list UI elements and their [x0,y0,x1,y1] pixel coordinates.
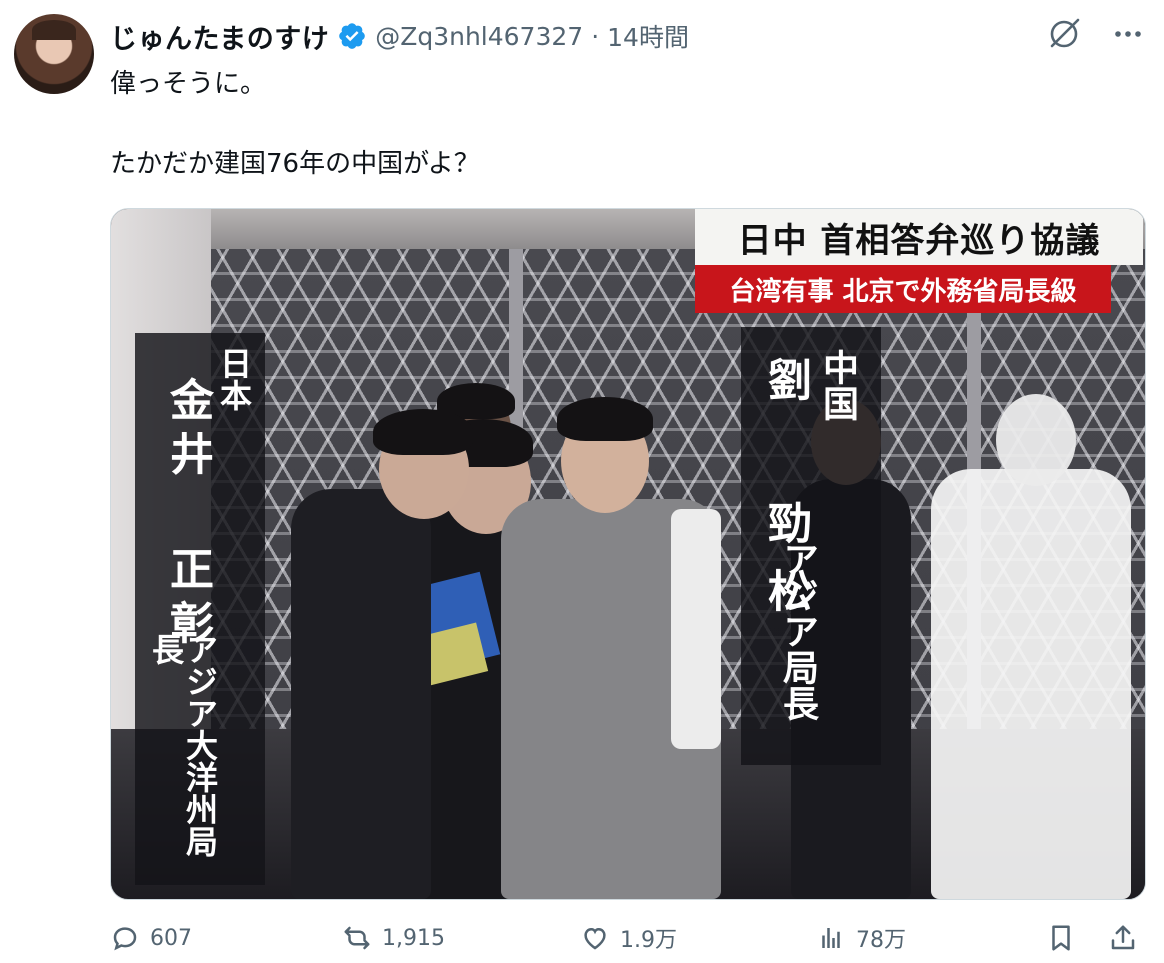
post-text-line-2: たかだか建国76年の中国がよ？ [110,149,480,179]
repost-icon [344,926,370,950]
news-headline: 日中 首相答弁巡り協議 [695,209,1143,265]
caption-right: 中国 劉 勁松 アジア局長 [741,327,881,765]
views-count: 78万 [856,928,906,953]
bookmark-icon [1052,925,1070,951]
share-icon [1111,925,1135,950]
reply-count: 607 [150,925,192,951]
reply-icon [113,927,137,951]
post-header: じゅんたまのすけ @Zq3nhl467327 · 14時間 [110,14,689,58]
post-actions: 607 1,915 1.9万 78万 [110,918,1144,958]
share-button[interactable] [1108,918,1138,958]
caption-left: 日本 金井 正彰 アジア大洋州局長 [135,333,265,885]
display-name[interactable]: じゅんたまのすけ [110,17,329,56]
caption-left-name: 金井 正彰 [162,377,213,654]
post-text-line-1: 偉っそうに。 [110,69,267,99]
like-count: 1.9万 [620,928,677,953]
grok-icon[interactable] [1046,16,1082,52]
views-chart-icon [822,928,840,948]
post-top-icons [1046,16,1146,52]
post-image[interactable]: 日中 首相答弁巡り協議 台湾有事 北京で外務省局長級 日本 金井 正彰 アジア大… [110,208,1146,900]
user-handle[interactable]: @Zq3nhl467327 [375,22,583,51]
repost-count: 1,915 [382,925,445,951]
post-time[interactable]: 14時間 [607,18,689,54]
avatar[interactable] [14,14,94,94]
post-text: 偉っそうに。 たかだか建国76年の中国がよ？ [110,64,1130,184]
separator-dot: · [591,21,600,51]
news-subheadline: 台湾有事 北京で外務省局長級 [695,265,1111,313]
caption-left-title: アジア大洋州局長 [147,633,219,857]
views-button[interactable]: 78万 [816,918,906,958]
heart-icon [584,927,606,950]
verified-badge-icon [337,21,367,51]
caption-right-country: 中国 [817,349,858,421]
like-button[interactable]: 1.9万 [580,918,677,958]
bookmark-button[interactable] [1046,918,1076,958]
repost-button[interactable]: 1,915 [342,918,445,958]
reply-button[interactable]: 607 [110,918,192,958]
more-options-icon[interactable] [1110,16,1146,52]
caption-right-title: アジア局長 [777,541,818,721]
